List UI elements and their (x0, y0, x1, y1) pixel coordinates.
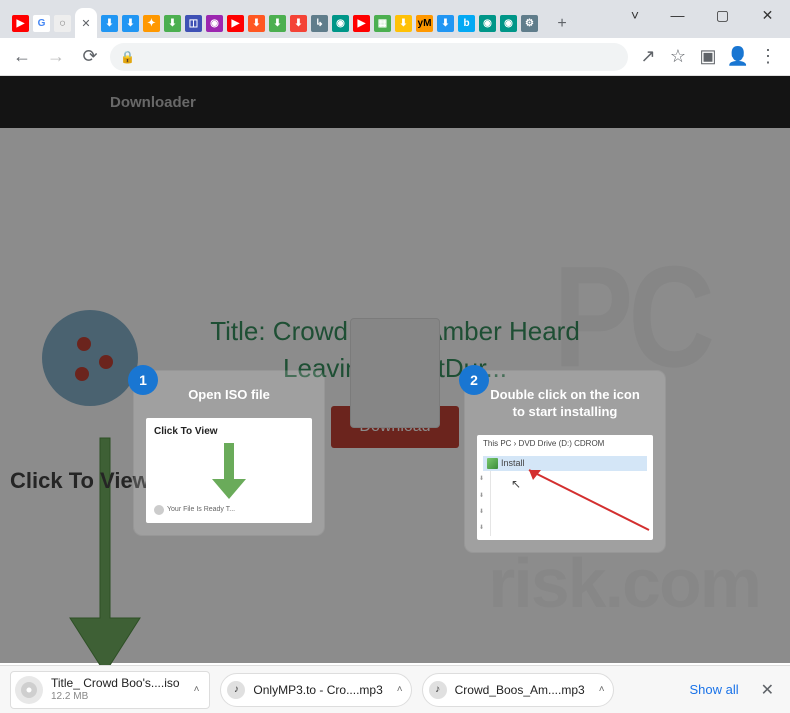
chevron-up-icon[interactable]: ˄ (397, 684, 403, 695)
favicon-generic[interactable]: ◌ (54, 15, 71, 32)
close-window-button[interactable]: ✕ (745, 0, 790, 30)
step-badge: 1 (128, 365, 158, 395)
favicon[interactable]: ⬇ (101, 15, 118, 32)
page-content: Downloader PC risk.com Click To View Tit… (0, 76, 790, 663)
thumbnail-1: Click To View Your File Is Ready T... (146, 418, 312, 523)
close-downloads-icon[interactable]: ✕ (755, 680, 780, 700)
file-icon (350, 318, 440, 428)
active-tab[interactable]: ✕ (75, 8, 97, 38)
tab-search-button[interactable]: ˅ (615, 0, 655, 30)
download-name: Title_ Crowd Boo's....iso (51, 677, 180, 691)
favicon[interactable]: ⬇ (122, 15, 139, 32)
menu-button[interactable]: ⋮ (754, 43, 782, 71)
instruction-card-1: 1 Open ISO file Click To View Your File … (134, 371, 324, 535)
arrow-down-icon (204, 441, 254, 501)
music-icon: ♪ (227, 681, 245, 699)
download-item-1[interactable]: Title_ Crowd Boo's....iso 12.2 MB ˄ (10, 671, 210, 709)
chevron-up-icon[interactable]: ˄ (599, 684, 605, 695)
click-to-view-label: Click To View (10, 468, 150, 494)
card-title: Open ISO file (146, 383, 312, 408)
download-name: OnlyMP3.to - Cro....mp3 (253, 683, 382, 697)
share-button[interactable]: ↗ (634, 43, 662, 71)
profile-button[interactable]: 👤 (724, 43, 752, 71)
favicon[interactable]: ⬇ (437, 15, 454, 32)
favicon[interactable]: ⬇ (164, 15, 181, 32)
favicon[interactable]: ▦ (374, 15, 391, 32)
breadcrumb: This PC › DVD Drive (D:) CDROM (483, 439, 647, 448)
chevron-up-icon[interactable]: ˄ (194, 684, 200, 695)
disc-icon (15, 676, 43, 704)
bookmark-button[interactable]: ☆ (664, 43, 692, 71)
maximize-button[interactable]: ▢ (700, 0, 745, 30)
red-arrow-icon (511, 462, 651, 532)
reload-button[interactable]: ⟳ (76, 43, 104, 71)
lock-icon: 🔒 (120, 50, 135, 64)
window-controls: ˅ — ▢ ✕ (615, 0, 790, 30)
install-icon (487, 458, 498, 469)
favicon[interactable]: b (458, 15, 475, 32)
instruction-card-2: 2 Double click on the icon to start inst… (465, 371, 665, 552)
favicon[interactable]: ▶ (227, 15, 244, 32)
favicon-youtube[interactable]: ▶ (12, 15, 29, 32)
card-title: Double click on the icon to start instal… (477, 383, 653, 425)
thumb-footer: Your File Is Ready T... (154, 505, 304, 515)
site-header: Downloader (0, 76, 790, 128)
favicon[interactable]: ⬇ (248, 15, 265, 32)
forward-button[interactable]: → (42, 43, 70, 71)
favicon[interactable]: ◉ (332, 15, 349, 32)
downloads-bar: Title_ Crowd Boo's....iso 12.2 MB ˄ ♪ On… (0, 665, 790, 713)
favicon-google[interactable]: G (33, 15, 50, 32)
favicon[interactable]: ▶ (353, 15, 370, 32)
back-button[interactable]: ← (8, 43, 36, 71)
watermark: risk.com (488, 543, 760, 623)
download-item-3[interactable]: ♪ Crowd_Boos_Am....mp3 ˄ (422, 673, 614, 707)
favicon[interactable]: ⬇ (290, 15, 307, 32)
download-item-2[interactable]: ♪ OnlyMP3.to - Cro....mp3 ˄ (220, 673, 411, 707)
favicon[interactable]: ↳ (311, 15, 328, 32)
favicon[interactable]: ◉ (206, 15, 223, 32)
favicon[interactable]: ◫ (185, 15, 202, 32)
show-all-link[interactable]: Show all (689, 682, 738, 697)
favicon[interactable]: ⚙ (521, 15, 538, 32)
favicon[interactable]: ⬇ (269, 15, 286, 32)
favicon[interactable]: ✦ (143, 15, 160, 32)
music-icon: ♪ (429, 681, 447, 699)
minimize-button[interactable]: — (655, 0, 700, 30)
download-size: 12.2 MB (51, 691, 180, 703)
step-badge: 2 (459, 365, 489, 395)
favicon[interactable]: ⬇ (395, 15, 412, 32)
download-name: Crowd_Boos_Am....mp3 (455, 683, 585, 697)
thumb-label: Click To View (154, 426, 304, 437)
tab-favicons: ▶ G ◌ ✕ ⬇ ⬇ ✦ ⬇ ◫ ◉ ▶ ⬇ ⬇ ⬇ ↳ ◉ ▶ ▦ ⬇ yM… (10, 8, 542, 38)
site-title: Downloader (110, 94, 196, 111)
close-tab-icon[interactable]: ✕ (81, 17, 90, 30)
omnibox[interactable]: 🔒 (110, 43, 628, 71)
favicon[interactable]: ◉ (500, 15, 517, 32)
favicon[interactable]: ◉ (479, 15, 496, 32)
new-tab-button[interactable]: + (548, 10, 576, 38)
address-bar: ← → ⟳ 🔒 ↗ ☆ ▣ 👤 ⋮ (0, 38, 790, 76)
side-panel-button[interactable]: ▣ (694, 43, 722, 71)
side-marks: ⬇⬇⬇⬇ (479, 471, 491, 536)
thumbnail-2: This PC › DVD Drive (D:) CDROM Install ↖… (477, 435, 653, 540)
favicon[interactable]: yM (416, 15, 433, 32)
